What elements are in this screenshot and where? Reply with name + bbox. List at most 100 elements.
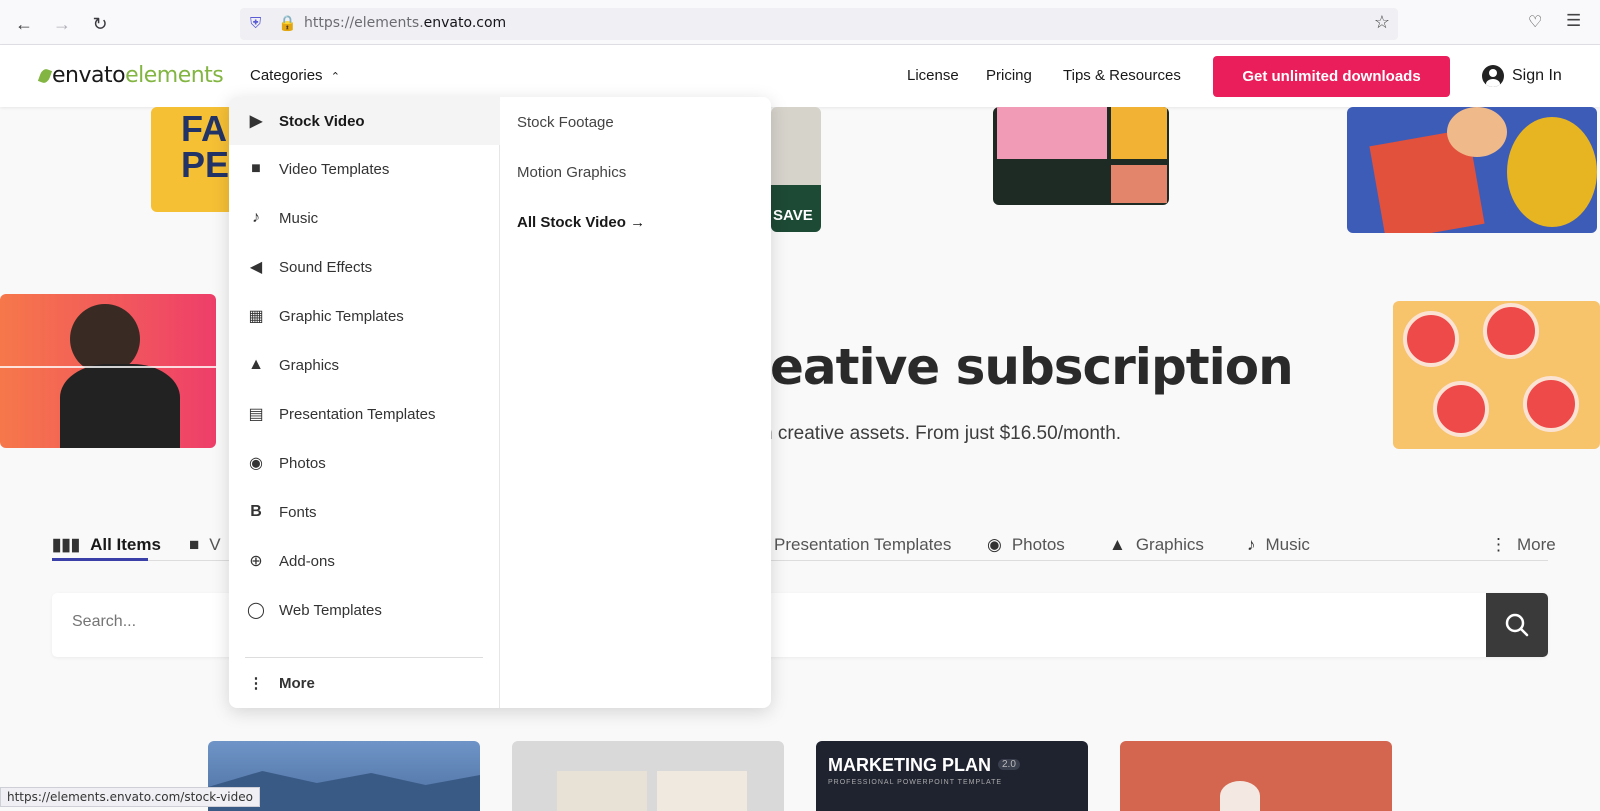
logo-text-envato: envato: [52, 63, 126, 88]
mountains-icon: ▲: [248, 356, 264, 373]
url-prefix: https://elements.: [304, 15, 424, 31]
tab-video[interactable]: ■ V: [189, 535, 221, 555]
url-text: https://elements.envato.com: [304, 15, 506, 31]
video-camera-icon: ■: [251, 160, 261, 177]
tab-more[interactable]: ⋮ More: [1490, 535, 1556, 555]
hero-tile-social-templates: [993, 107, 1169, 205]
category-item-stock-video[interactable]: ▶ Stock Video: [229, 97, 500, 145]
envato-logo[interactable]: envato elements: [37, 63, 224, 88]
tab-label: More: [1517, 535, 1556, 554]
vertical-dots-icon: ⋮: [1490, 535, 1507, 554]
category-item-web-templates[interactable]: ◯ Web Templates: [229, 586, 500, 634]
nav-tips-resources[interactable]: Tips & Resources: [1063, 67, 1181, 84]
tab-label: Presentation Templates: [774, 535, 952, 554]
sign-in-label: Sign In: [1512, 67, 1562, 84]
subcategory-stock-footage[interactable]: Stock Footage: [517, 114, 614, 131]
easel-image-icon: ▦: [248, 308, 264, 325]
hero-tile-photo-save: SAVE: [771, 107, 821, 232]
sign-in-button[interactable]: Sign In: [1482, 65, 1562, 87]
category-item-fonts[interactable]: B Fonts: [229, 488, 500, 536]
dropdown-divider: [245, 657, 483, 658]
category-item-photos[interactable]: ◉ Photos: [229, 439, 500, 487]
hero-tile-illustration-book: [1347, 107, 1597, 233]
search-icon: [1505, 613, 1529, 637]
music-note-icon: ♪: [1247, 535, 1256, 554]
category-label: Graphics: [279, 356, 340, 374]
active-tab-underline: [52, 558, 148, 561]
hero-tile-singer-audio: [0, 294, 216, 448]
tab-music[interactable]: ♪ Music: [1247, 535, 1310, 555]
shield-icon[interactable]: ⛨: [250, 15, 261, 32]
bookmark-star-icon[interactable]: ☆: [1374, 12, 1390, 33]
tile-save-text: SAVE: [773, 207, 813, 224]
tab-label: All Items: [90, 535, 161, 554]
columns-icon: ▮▮▮: [52, 535, 81, 554]
pocket-icon[interactable]: ♡: [1528, 12, 1542, 32]
item-card-marketing-plan[interactable]: MARKETING PLAN 2.0 PROFESSIONAL POWERPOI…: [816, 741, 1088, 811]
category-item-graphic-templates[interactable]: ▦ Graphic Templates: [229, 292, 500, 340]
category-item-graphics[interactable]: ▲ Graphics: [229, 341, 500, 389]
forward-arrow-icon[interactable]: →: [48, 10, 76, 38]
subcategory-motion-graphics[interactable]: Motion Graphics: [517, 164, 626, 181]
category-label: Fonts: [279, 503, 317, 521]
chevron-up-icon: ⌃: [330, 71, 340, 83]
tab-label: Music: [1265, 535, 1310, 554]
tab-all-items[interactable]: ▮▮▮ All Items: [52, 535, 161, 555]
url-domain: envato.com: [423, 15, 507, 31]
mountains-icon: ▲: [1109, 535, 1126, 554]
play-icon: ▶: [249, 113, 263, 130]
speaker-icon: ◀: [249, 259, 263, 276]
category-label: Photos: [279, 454, 326, 472]
hero-title: eative subscription: [770, 338, 1294, 396]
plus-circle-icon: ⊕: [249, 553, 263, 570]
get-unlimited-downloads-button[interactable]: Get unlimited downloads: [1213, 56, 1450, 97]
category-item-music[interactable]: ♪ Music: [229, 194, 500, 242]
tab-label: Photos: [1011, 535, 1065, 554]
all-stock-video-link[interactable]: All Stock Video →: [517, 214, 645, 231]
category-list: ▶ Stock Video ■ Video Templates ♪ Music …: [229, 97, 500, 708]
reload-icon[interactable]: ↻: [86, 10, 114, 38]
vertical-dots-icon: ⋮: [248, 675, 264, 692]
categories-dropdown: ▶ Stock Video ■ Video Templates ♪ Music …: [229, 97, 771, 708]
menu-icon[interactable]: ☰: [1566, 11, 1581, 31]
nav-pricing[interactable]: Pricing: [986, 67, 1032, 84]
marketing-plan-subtitle: PROFESSIONAL POWERPOINT TEMPLATE: [828, 779, 1003, 786]
camera-icon: ◉: [987, 535, 1002, 554]
url-bar[interactable]: ⛨ 🔒 https://elements.envato.com ☆: [240, 8, 1398, 40]
search-button[interactable]: [1486, 593, 1548, 657]
bold-b-icon: B: [250, 503, 262, 520]
category-label: Web Templates: [279, 601, 382, 619]
category-label: Music: [279, 209, 319, 227]
browser-toolbar: ← → ↻ ⛨ 🔒 https://elements.envato.com ☆ …: [0, 0, 1600, 45]
category-label: Add-ons: [279, 552, 335, 570]
hero-subtitle: n creative assets. From just $16.50/mont…: [762, 423, 1122, 444]
tab-presentation-templates[interactable]: Presentation Templates: [774, 535, 951, 555]
camera-icon: ◉: [249, 455, 263, 472]
item-card-photo[interactable]: [1120, 741, 1392, 811]
category-item-sound-effects[interactable]: ◀ Sound Effects: [229, 243, 500, 291]
category-label: Video Templates: [279, 160, 390, 178]
status-bar-url: https://elements.envato.com/stock-video: [0, 787, 260, 807]
globe-icon: ◯: [247, 602, 265, 619]
category-item-presentation-templates[interactable]: ▤ Presentation Templates: [229, 390, 500, 438]
category-more-button[interactable]: ⋮ More: [245, 659, 315, 707]
category-label: Stock Video: [279, 112, 365, 130]
nav-license[interactable]: License: [907, 67, 959, 84]
category-label: Graphic Templates: [279, 307, 404, 325]
tab-graphics[interactable]: ▲ Graphics: [1109, 535, 1204, 555]
marketing-plan-title: MARKETING PLAN: [828, 755, 991, 775]
more-label: More: [279, 674, 315, 692]
category-label: Presentation Templates: [279, 405, 436, 423]
category-item-add-ons[interactable]: ⊕ Add-ons: [229, 537, 500, 585]
leaf-icon: [37, 67, 53, 84]
category-label: Sound Effects: [279, 258, 373, 276]
back-arrow-icon[interactable]: ←: [10, 10, 38, 38]
categories-menu-button[interactable]: Categories ⌃: [250, 67, 340, 84]
category-item-video-templates[interactable]: ■ Video Templates: [229, 145, 500, 193]
video-camera-icon: ■: [189, 535, 200, 554]
item-card-magazine[interactable]: [512, 741, 784, 811]
logo-text-elements: elements: [125, 63, 224, 88]
tab-photos[interactable]: ◉ Photos: [987, 535, 1065, 555]
categories-label: Categories: [250, 67, 323, 84]
lock-icon[interactable]: 🔒: [278, 14, 297, 32]
